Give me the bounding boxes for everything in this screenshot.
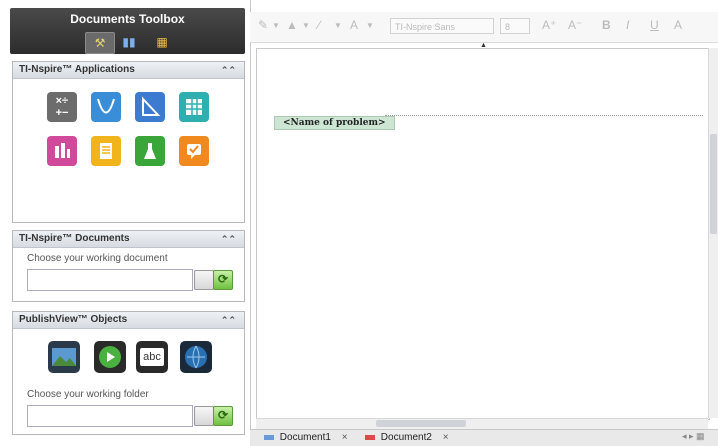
notes-icon[interactable]: [91, 136, 121, 166]
document-tab-strip: Document1 × Document2 × ◂ ▸ ▦: [250, 429, 718, 446]
folder-icon: ▦: [156, 35, 168, 49]
underline-button[interactable]: U: [650, 18, 659, 32]
textbox-icon[interactable]: abc: [136, 341, 168, 373]
browse-button[interactable]: [194, 406, 214, 426]
hyperlink-icon[interactable]: [180, 341, 212, 373]
tab-folder[interactable]: ▦: [148, 32, 176, 52]
applications-panel-header[interactable]: TI-Nspire™ Applications ⌃⌃: [13, 62, 244, 79]
vertical-scrollbar[interactable]: [708, 48, 718, 418]
horizontal-scrollbar[interactable]: [256, 418, 708, 429]
document-canvas[interactable]: <Name of problem>: [256, 48, 710, 420]
question-icon[interactable]: [179, 136, 209, 166]
documents-toolbox: Documents Toolbox ⚒ ▮▮ ▦ TI-Nspire™ Appl…: [0, 0, 251, 445]
working-folder-input[interactable]: [27, 405, 193, 427]
toolbox-header: Documents Toolbox ⚒ ▮▮ ▦: [10, 8, 245, 54]
collapse-icon[interactable]: ⌃⌃: [221, 62, 236, 78]
go-button[interactable]: ⟳: [213, 406, 233, 426]
go-button[interactable]: ⟳: [213, 270, 233, 290]
vernier-icon[interactable]: [135, 136, 165, 166]
working-folder-label: Choose your working folder: [27, 389, 149, 400]
fill-color-icon[interactable]: ▲: [286, 18, 298, 32]
publishview-panel: PublishView™ Objects ⌃⌃ abc Choose your …: [12, 311, 245, 435]
applications-panel: TI-Nspire™ Applications ⌃⌃ ×÷ +−: [12, 61, 245, 223]
close-icon[interactable]: ×: [443, 432, 449, 443]
browse-button[interactable]: [194, 270, 214, 290]
text-style-button[interactable]: A: [674, 18, 682, 32]
textbox-label: abc: [140, 348, 164, 366]
horizontal-scroll-thumb[interactable]: [376, 420, 466, 427]
italic-button[interactable]: I: [626, 18, 629, 32]
format-toolbar: ✎ ▼ ▲ ▼ ∕ ▼ A ▼ TI-Nspire Sans 8 A⁺ A⁻ B…: [250, 12, 718, 49]
tab-tools[interactable]: ⚒: [85, 32, 115, 54]
increase-font-button[interactable]: A⁺: [542, 18, 556, 32]
publishview-panel-header[interactable]: PublishView™ Objects ⌃⌃: [13, 312, 244, 329]
problem-name-label[interactable]: <Name of problem>: [274, 116, 395, 130]
tab-document2[interactable]: Document2 ×: [365, 431, 449, 445]
tab-document1[interactable]: Document1 ×: [264, 431, 348, 445]
graphs-icon[interactable]: [91, 92, 121, 122]
working-document-label: Choose your working document: [27, 253, 168, 264]
image-icon[interactable]: [48, 341, 80, 373]
close-icon[interactable]: ×: [342, 432, 348, 443]
applications-panel-title: TI-Nspire™ Applications: [19, 64, 135, 75]
document-icon: [264, 434, 274, 440]
documents-panel: TI-Nspire™ Documents ⌃⌃ Choose your work…: [12, 230, 245, 302]
line-color-icon[interactable]: ∕: [318, 18, 320, 32]
tab-label: Document2: [380, 432, 432, 443]
text-color-icon[interactable]: A: [350, 18, 358, 32]
publishview-panel-title: PublishView™ Objects: [19, 314, 128, 325]
dropdown-arrow-icon[interactable]: ▼: [366, 21, 374, 30]
tab-label: Document1: [279, 432, 331, 443]
font-name-value: TI-Nspire Sans: [395, 22, 456, 32]
documents-panel-header[interactable]: TI-Nspire™ Documents ⌃⌃: [13, 231, 244, 248]
tab-book[interactable]: ▮▮: [115, 32, 143, 52]
documents-panel-title: TI-Nspire™ Documents: [19, 233, 130, 244]
geometry-icon[interactable]: [135, 92, 165, 122]
problem-divider: [385, 115, 703, 116]
calculator-icon[interactable]: ×÷ +−: [47, 92, 77, 122]
toolbox-title: Documents Toolbox: [70, 12, 185, 26]
working-document-input[interactable]: [27, 269, 193, 291]
bold-button[interactable]: B: [602, 18, 611, 32]
tab-nav-arrows-icon[interactable]: ◂ ▸ ▦: [682, 431, 705, 442]
collapse-icon[interactable]: ⌃⌃: [221, 312, 236, 328]
dropdown-arrow-icon[interactable]: ▼: [334, 21, 342, 30]
document-icon: [365, 434, 375, 440]
spreadsheet-icon[interactable]: [179, 92, 209, 122]
book-icon: ▮▮: [122, 35, 136, 49]
dropdown-arrow-icon[interactable]: ▼: [302, 21, 310, 30]
vertical-scroll-thumb[interactable]: [710, 134, 717, 234]
data-stats-icon[interactable]: [47, 136, 77, 166]
font-size-value: 8: [505, 22, 511, 32]
collapse-icon[interactable]: ⌃⌃: [221, 231, 236, 247]
decrease-font-button[interactable]: A⁻: [568, 18, 582, 32]
video-icon[interactable]: [94, 341, 126, 373]
format-painter-icon[interactable]: ✎: [258, 18, 268, 32]
dropdown-arrow-icon[interactable]: ▼: [272, 21, 280, 30]
tools-icon: ⚒: [94, 36, 106, 50]
font-size-select[interactable]: 8: [500, 18, 530, 34]
font-name-select[interactable]: TI-Nspire Sans: [390, 18, 494, 34]
